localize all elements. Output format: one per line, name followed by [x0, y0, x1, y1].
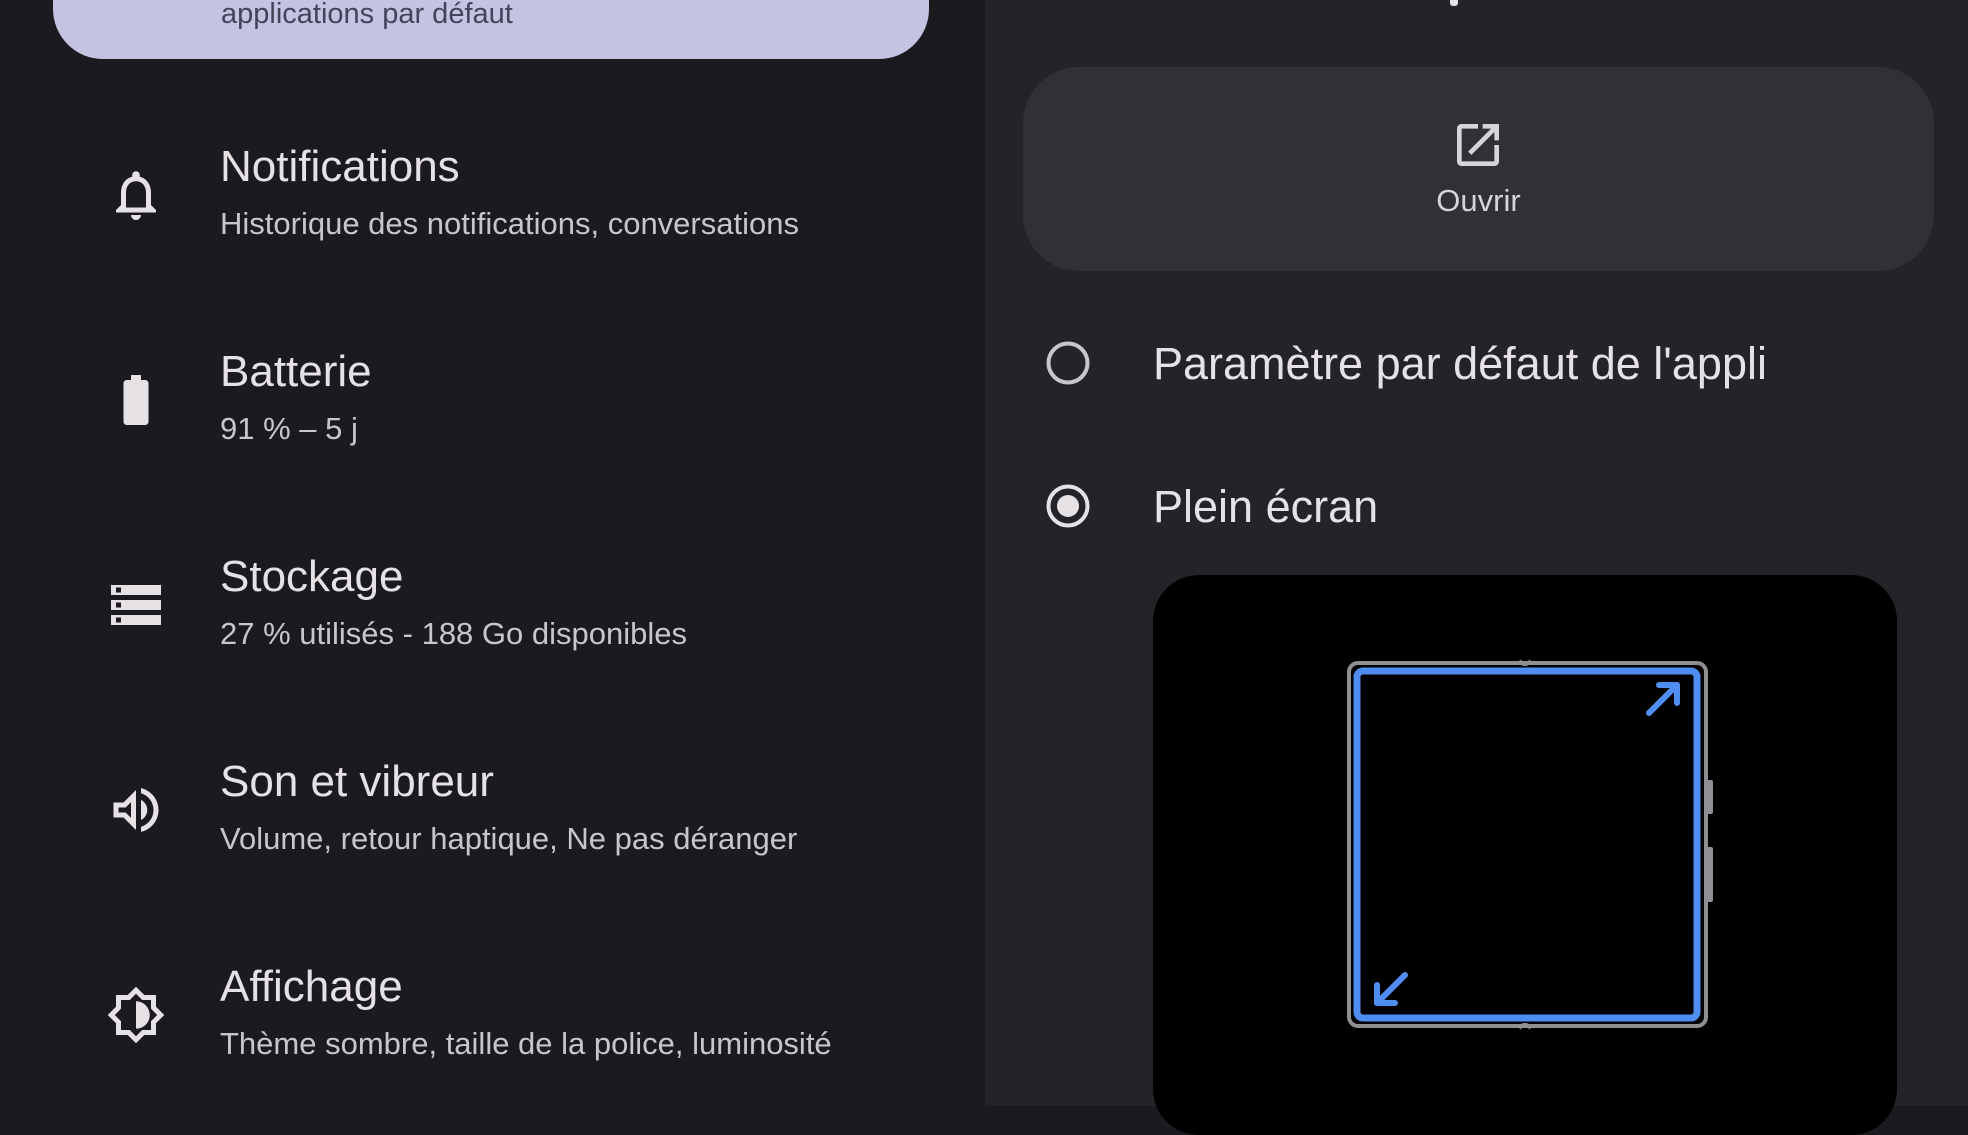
open-app-button[interactable]: Ouvrir — [1023, 67, 1934, 271]
settings-item-display[interactable]: Affichage Thème sombre, taille de la pol… — [0, 922, 985, 1112]
settings-item-subtitle: 91 % – 5 j — [220, 411, 358, 446]
expand-arrow-bottom-left — [1374, 972, 1408, 1006]
settings-item-subtitle: Thème sombre, taille de la police, lumin… — [220, 1026, 832, 1061]
option-fullscreen[interactable]: Plein écran — [1030, 461, 1930, 551]
expand-arrow-top-right — [1646, 682, 1680, 716]
radio-selected[interactable] — [1046, 484, 1090, 528]
option-label: Plein écran — [1153, 481, 1379, 532]
radio-unselected[interactable] — [1046, 341, 1090, 385]
option-label: Paramètre par défaut de l'appli — [1153, 338, 1767, 389]
settings-item-title: Stockage — [220, 552, 404, 601]
fullscreen-preview — [1153, 575, 1897, 1135]
settings-item-notifications[interactable]: Notifications Historique des notificatio… — [0, 102, 985, 292]
settings-item-apps-selected[interactable]: applications par défaut — [53, 0, 929, 59]
settings-list: applications par défaut Notifications Hi… — [0, 0, 985, 1106]
settings-item-title: Notifications — [220, 142, 460, 191]
settings-item-apps-subtitle: applications par défaut — [221, 0, 513, 30]
battery-icon — [106, 370, 166, 430]
settings-item-sound[interactable]: Son et vibreur Volume, retour haptique, … — [0, 717, 985, 907]
open-app-label: Ouvrir — [1436, 183, 1521, 218]
option-app-default[interactable]: Paramètre par défaut de l'appli — [1030, 318, 1930, 408]
top-cut-glyph — [1440, 0, 1468, 8]
foldable-fullscreen-illustration — [1347, 659, 1713, 1030]
bell-icon — [106, 165, 166, 225]
settings-item-storage[interactable]: Stockage 27 % utilisés - 188 Go disponib… — [0, 512, 985, 702]
storage-icon — [106, 575, 166, 635]
open-external-icon — [1450, 117, 1506, 173]
settings-item-title: Son et vibreur — [220, 757, 494, 806]
brightness-icon — [106, 985, 166, 1045]
settings-item-title: Affichage — [220, 962, 403, 1011]
settings-item-title: Batterie — [220, 347, 372, 396]
settings-item-subtitle: Volume, retour haptique, Ne pas déranger — [220, 821, 798, 856]
settings-item-battery[interactable]: Batterie 91 % – 5 j — [0, 307, 985, 497]
settings-item-subtitle: 27 % utilisés - 188 Go disponibles — [220, 616, 687, 651]
settings-item-subtitle: Historique des notifications, conversati… — [220, 206, 799, 241]
volume-icon — [106, 780, 166, 840]
